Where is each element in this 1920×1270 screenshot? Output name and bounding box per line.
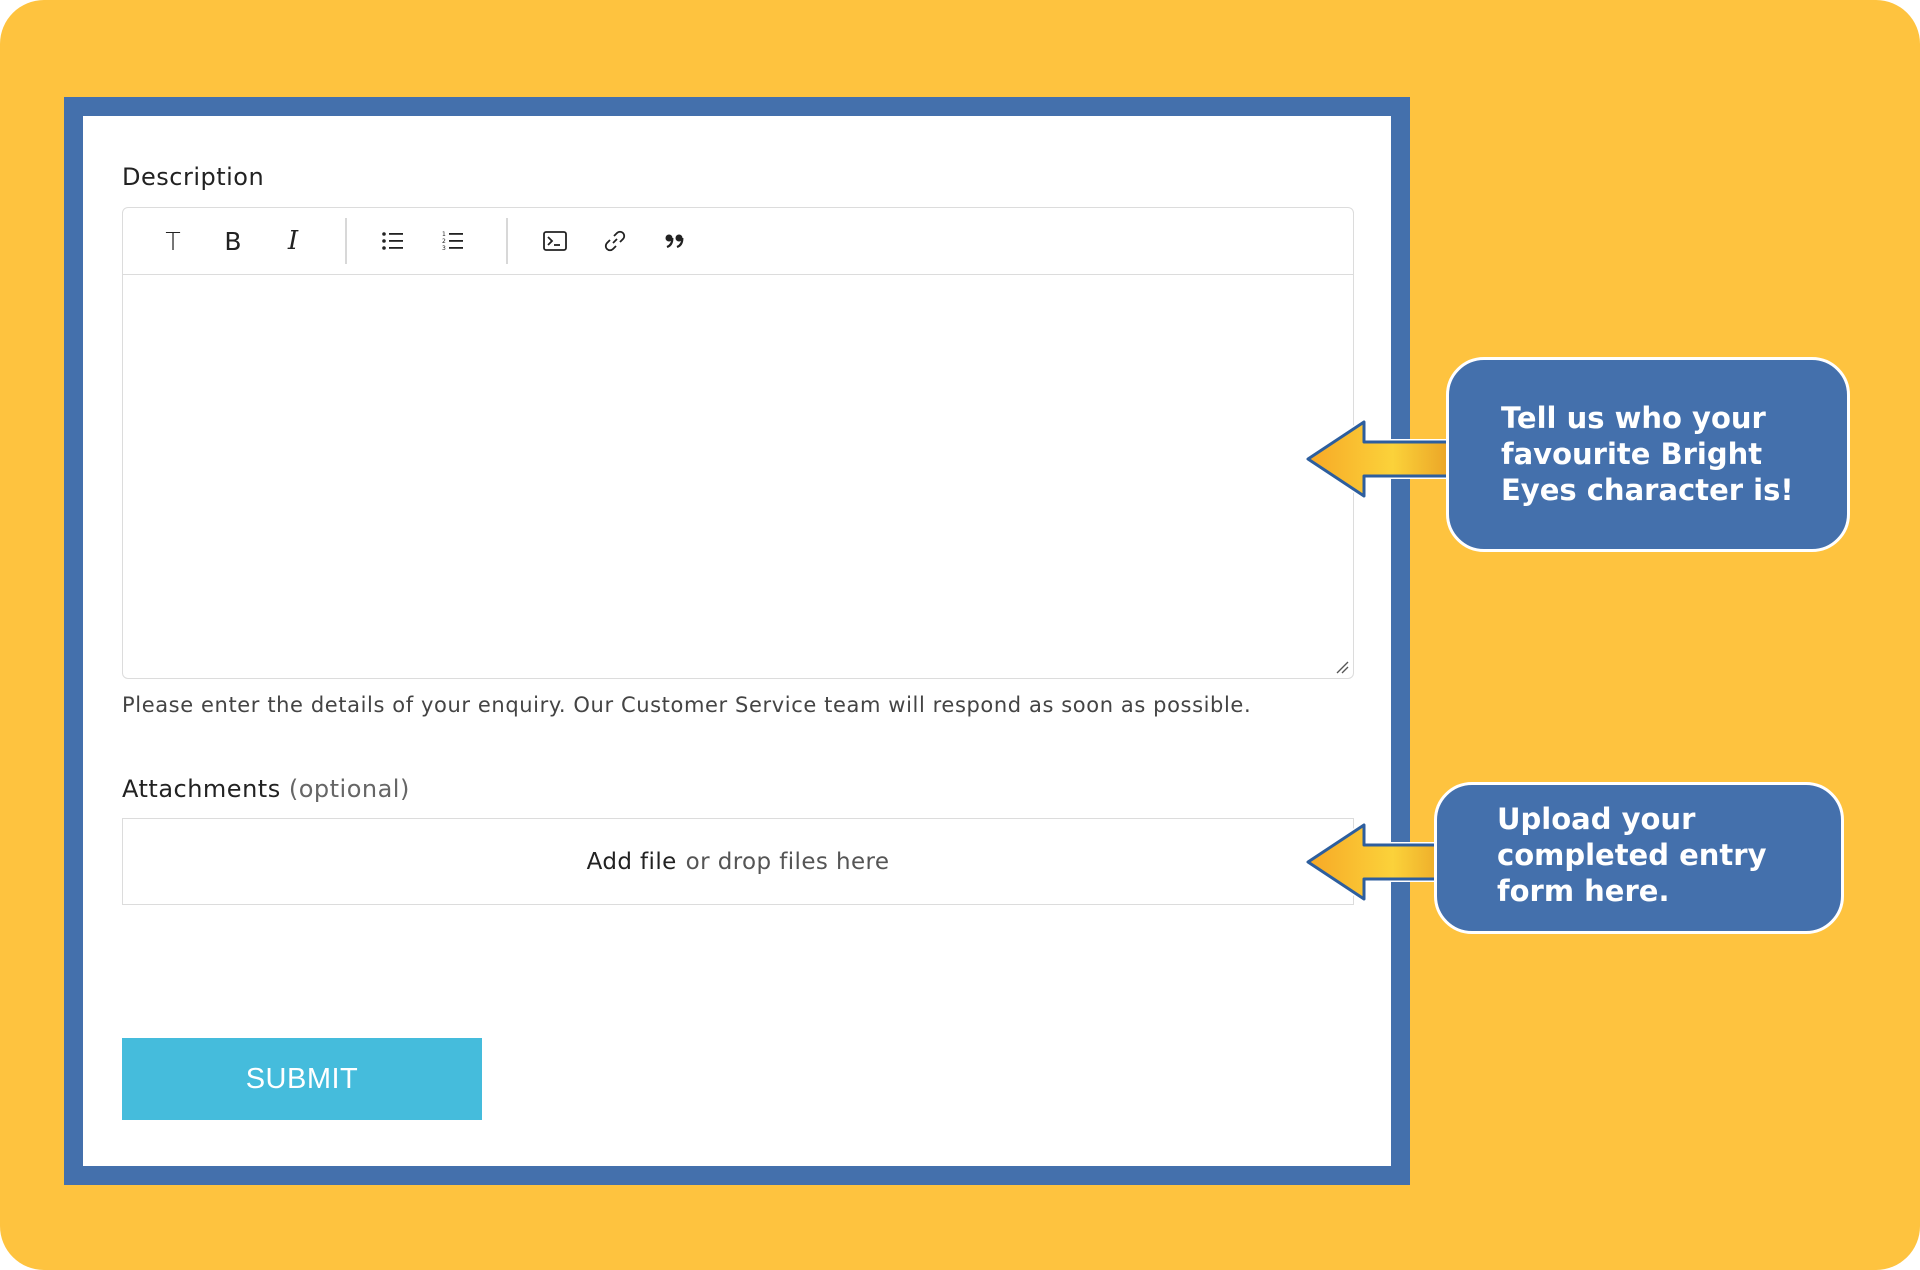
italic-icon: I [287, 226, 299, 256]
dropzone-hint: or drop files here [685, 848, 890, 875]
bulleted-list-button[interactable] [373, 221, 413, 261]
svg-text:2: 2 [442, 238, 446, 245]
bold-icon: B [224, 226, 242, 256]
description-editor[interactable]: T B I 1 2 3 [122, 207, 1354, 679]
attachments-label: Attachments (optional) [122, 775, 410, 803]
quote-button[interactable] [655, 221, 695, 261]
svg-text:1: 1 [442, 231, 446, 238]
link-icon [604, 230, 626, 252]
submit-button[interactable]: SUBMIT [122, 1038, 482, 1120]
numbered-list-icon: 1 2 3 [442, 231, 463, 252]
toolbar-separator [345, 218, 347, 264]
callout-favourite-character: Tell us who your favourite Bright Eyes c… [1446, 357, 1850, 552]
resize-handle-icon[interactable] [1335, 660, 1349, 674]
link-button[interactable] [595, 221, 635, 261]
numbered-list-button[interactable]: 1 2 3 [433, 221, 473, 261]
code-block-icon [543, 231, 567, 251]
description-label: Description [122, 163, 265, 191]
code-block-button[interactable] [535, 221, 575, 261]
bulleted-list-icon [382, 232, 403, 250]
editor-toolbar: T B I 1 2 3 [123, 208, 1353, 275]
attachments-optional-text: (optional) [288, 775, 410, 803]
callout-upload-entry-form: Upload your completed entry form here. [1434, 782, 1844, 934]
text-style-button[interactable]: T [153, 221, 193, 261]
quote-icon [665, 234, 684, 249]
add-file-link[interactable]: Add file [587, 849, 677, 875]
bold-button[interactable]: B [213, 221, 253, 261]
italic-button[interactable]: I [273, 221, 313, 261]
description-help-text: Please enter the details of your enquiry… [122, 693, 1252, 717]
arrow-left-icon [1305, 419, 1465, 499]
attachments-label-text: Attachments [122, 775, 281, 803]
toolbar-separator [506, 218, 508, 264]
text-style-icon: T [165, 226, 181, 256]
file-dropzone[interactable]: Add file or drop files here [122, 818, 1354, 905]
svg-text:3: 3 [442, 245, 446, 252]
